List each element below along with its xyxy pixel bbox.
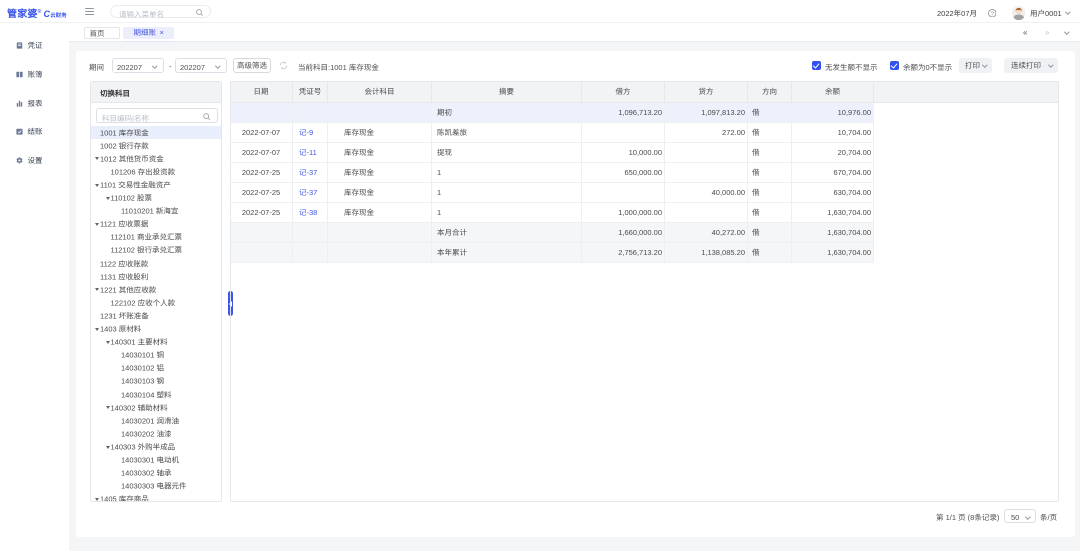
svg-text:?: ? xyxy=(990,11,993,17)
